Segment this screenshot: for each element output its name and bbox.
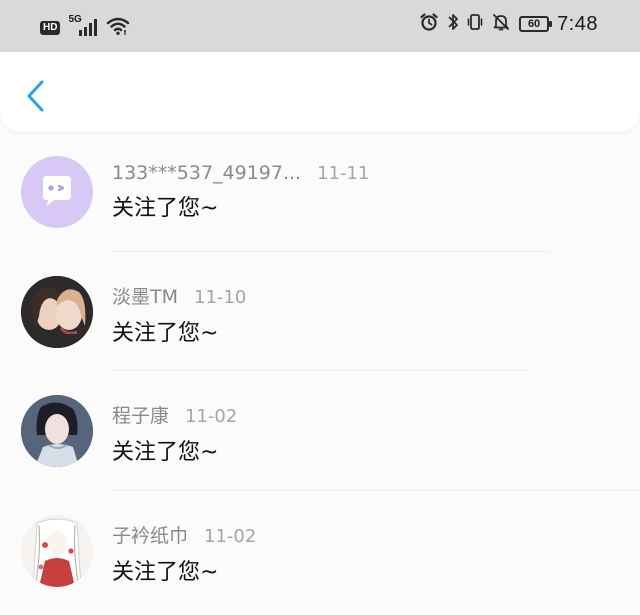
status-bar: HD 5G 60 7:48 [0, 0, 640, 52]
date: 11-02 [204, 525, 257, 547]
alarm-icon [419, 12, 439, 36]
chat-bubble-avatar-icon [43, 176, 71, 206]
chevron-left-icon [27, 80, 44, 112]
status-left: HD 5G [40, 15, 130, 40]
photo-avatar-icon [21, 275, 93, 348]
photo-avatar-icon [21, 395, 93, 467]
date: 11-10 [194, 286, 247, 308]
message: 关注了您~ [112, 559, 219, 585]
date: 11-02 [185, 406, 238, 427]
avatar[interactable] [21, 156, 93, 228]
avatar[interactable] [21, 275, 93, 348]
item-text: 程子康 11-02 关注了您~ [112, 401, 237, 466]
bluetooth-icon [447, 12, 459, 36]
avatar[interactable] [21, 395, 93, 467]
battery-icon: 60 [519, 16, 553, 32]
item-text: 淡墨TM 11-10 关注了您~ [112, 282, 246, 347]
date: 11-11 [317, 163, 370, 184]
notification-list: 133***537_49197... 11-11 关注了您~ 淡墨TM 11-1… [0, 132, 640, 615]
list-item[interactable]: 淡墨TM 11-10 关注了您~ [0, 252, 640, 371]
item-text: 133***537_49197... 11-11 关注了您~ [112, 162, 369, 222]
clock: 7:48 [557, 12, 598, 35]
wifi-icon [106, 16, 130, 40]
list-item[interactable]: 子衿纸巾 11-02 关注了您~ [0, 491, 640, 615]
vibrate-icon [467, 12, 483, 36]
hd-badge: HD [40, 21, 61, 35]
battery-level: 60 [527, 17, 541, 30]
nav-bar [0, 52, 640, 132]
signal-icon: 5G [68, 15, 98, 38]
username[interactable]: 子衿纸巾 [112, 521, 188, 548]
item-text: 子衿纸巾 11-02 关注了您~ [112, 521, 256, 586]
list-item[interactable]: 133***537_49197... 11-11 关注了您~ [0, 132, 640, 252]
message: 关注了您~ [112, 196, 219, 221]
username[interactable]: 133***537_49197... [112, 162, 301, 184]
message: 关注了您~ [112, 320, 219, 346]
mute-icon [491, 12, 511, 36]
message: 关注了您~ [112, 440, 219, 465]
list-item[interactable]: 程子康 11-02 关注了您~ [0, 371, 640, 491]
username[interactable]: 程子康 [112, 401, 169, 428]
username[interactable]: 淡墨TM [112, 282, 178, 309]
avatar[interactable] [21, 514, 93, 587]
back-button[interactable] [18, 76, 52, 116]
illustration-avatar-icon [21, 514, 93, 587]
status-right: 60 7:48 [419, 12, 598, 36]
